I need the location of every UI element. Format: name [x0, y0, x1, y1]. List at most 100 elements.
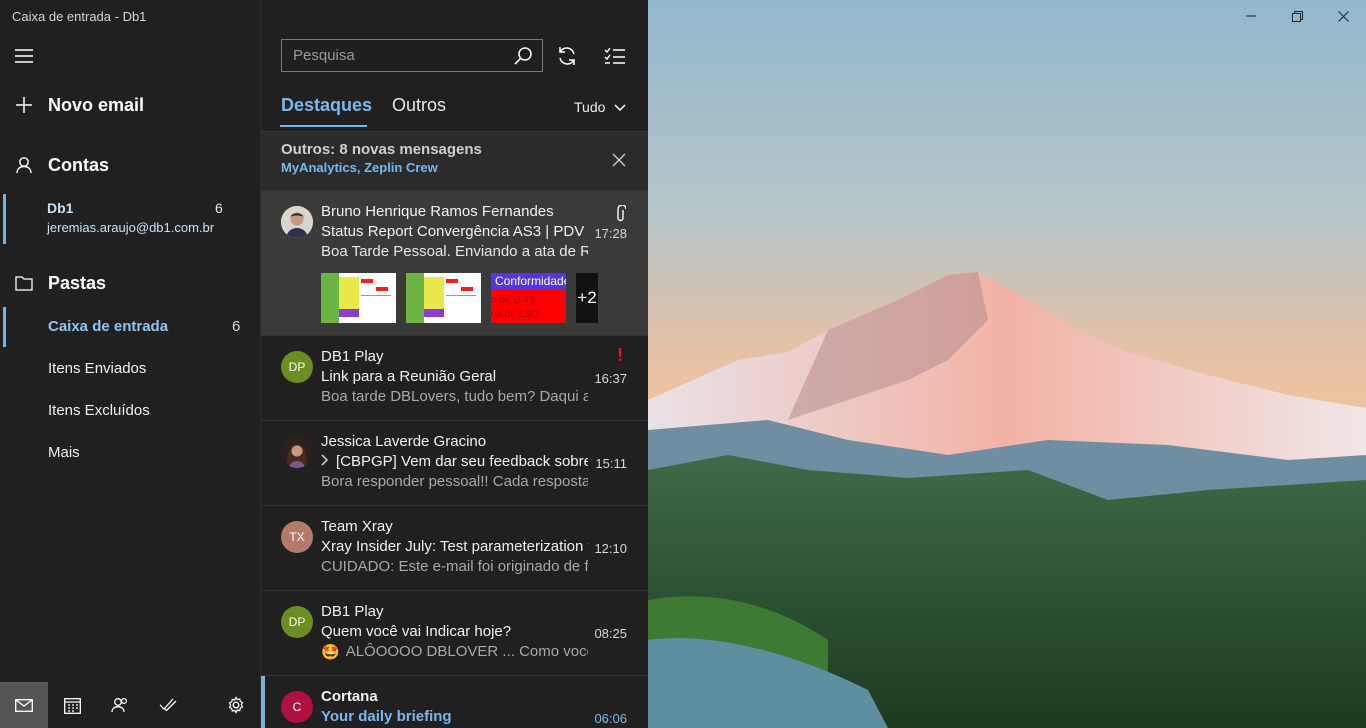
account-email: jeremias.araujo@db1.com.br [47, 220, 215, 235]
message-subject: [CBPGP] Vem dar seu feedback sobre o eve… [336, 453, 588, 470]
folder-item-sent[interactable]: Itens Enviados [0, 349, 260, 389]
folder-label: Itens Excluídos [48, 402, 150, 419]
chevron-down-icon [614, 99, 626, 115]
message-subject: Xray Insider July: Test parameterization… [321, 538, 588, 555]
sync-icon[interactable] [554, 43, 580, 69]
message-sender: Cortana [321, 688, 378, 705]
message-time: 17:28 [594, 226, 627, 241]
message-item[interactable]: Bruno Henrique Ramos Fernandes Status Re… [261, 190, 648, 335]
filter-label: Tudo [574, 99, 606, 115]
message-time: 06:06 [594, 711, 627, 726]
calendar-icon[interactable] [48, 682, 96, 728]
selection-indicator [3, 194, 6, 244]
notice-title: Outros: 8 novas mensagens [281, 141, 482, 158]
message-item[interactable]: DP DB1 Play Quem você vai Indicar hoje? … [261, 590, 648, 675]
message-list-pane: Destaques Outros Tudo Outros: 8 novas me… [261, 0, 648, 728]
new-email-label: Novo email [48, 94, 145, 115]
avatar: DP [281, 351, 313, 383]
message-item[interactable]: TX Team Xray Xray Insider July: Test par… [261, 505, 648, 590]
navigation-pane: Caixa de entrada - Db1 Novo email Contas… [0, 0, 261, 728]
people-icon[interactable] [96, 682, 144, 728]
message-sender: DB1 Play [321, 603, 384, 620]
message-preview: CUIDADO: Este e-mail foi originado de fo… [321, 558, 588, 575]
message-subject: Your daily briefing [321, 708, 452, 725]
message-subject-row: [CBPGP] Vem dar seu feedback sobre o eve… [321, 453, 588, 470]
selection-indicator [3, 307, 6, 347]
avatar: TX [281, 521, 313, 553]
message-item[interactable]: DP DB1 Play Link para a Reunião Geral Bo… [261, 335, 648, 420]
search-icon[interactable] [513, 46, 533, 71]
message-subject: Status Report Convergência AS3 | PDV - S… [321, 223, 588, 240]
accounts-button[interactable]: Contas [0, 152, 260, 178]
message-preview-row: 🤩 ALÔOOOO DBLOVER ... Como você está? [321, 643, 588, 661]
avatar [281, 206, 313, 238]
thumbnail-title: Conformidade [495, 274, 566, 288]
message-item[interactable]: C Cortana Your daily briefing 06:06 [261, 675, 648, 728]
account-name: Db1 [47, 200, 74, 216]
message-sender: Team Xray [321, 518, 393, 535]
message-time: 08:25 [594, 626, 627, 641]
folder-item-deleted[interactable]: Itens Excluídos [0, 391, 260, 431]
message-preview: Boa Tarde Pessoal. Enviando a ata de Reu… [321, 243, 588, 260]
settings-gear-icon[interactable] [212, 682, 260, 728]
mail-icon[interactable] [0, 682, 48, 728]
message-subject: Link para a Reunião Geral [321, 368, 497, 385]
message-subject: Quem você vai Indicar hoje? [321, 623, 512, 640]
search-input[interactable] [282, 40, 507, 71]
message-time: 12:10 [594, 541, 627, 556]
todo-check-icon[interactable] [144, 682, 192, 728]
search-box[interactable] [281, 39, 543, 72]
bottom-nav [0, 682, 260, 728]
message-preview: Boa tarde DBLovers, tudo bem? Daqui a po… [321, 388, 588, 405]
window-title: Caixa de entrada - Db1 [12, 9, 147, 24]
folder-unread-count: 6 [232, 318, 241, 335]
avatar: DP [281, 606, 313, 638]
tab-underline [280, 125, 367, 127]
thumbnail-line: na de LSO [491, 309, 539, 320]
chevron-right-icon [321, 453, 329, 470]
plus-icon [0, 96, 48, 114]
folders-label: Pastas [48, 272, 107, 293]
attachment-thumbnail[interactable] [321, 273, 396, 323]
other-inbox-notice[interactable]: Outros: 8 novas mensagens MyAnalytics, Z… [261, 131, 648, 190]
message-sender: DB1 Play [321, 348, 384, 365]
folder-label: Itens Enviados [48, 360, 147, 377]
restore-icon[interactable] [1287, 6, 1307, 26]
avatar: C [281, 691, 313, 723]
notice-senders: MyAnalytics, Zeplin Crew [281, 160, 438, 175]
star-struck-emoji-icon: 🤩 [321, 644, 340, 661]
message-sender: Jessica Laverde Gracino [321, 433, 487, 450]
message-item[interactable]: Jessica Laverde Gracino [CBPGP] Vem dar … [261, 420, 648, 505]
close-icon[interactable] [612, 153, 626, 172]
tab-focused[interactable]: Destaques [281, 95, 372, 116]
folder-icon [0, 275, 48, 291]
folder-label: Mais [48, 444, 80, 461]
account-unread-count: 6 [215, 200, 223, 216]
person-icon [0, 156, 48, 174]
message-time: 16:37 [594, 371, 627, 386]
attachment-thumbnails: Conformidade o de G.T5 na de LSO +2 [321, 273, 598, 323]
attachment-thumbnail[interactable]: Conformidade o de G.T5 na de LSO [491, 273, 566, 323]
accounts-label: Contas [48, 154, 110, 175]
more-attachments-button[interactable]: +2 [576, 273, 598, 323]
close-window-icon[interactable] [1333, 6, 1353, 26]
unread-indicator [261, 676, 265, 728]
folder-label: Caixa de entrada [48, 318, 169, 335]
folders-button[interactable]: Pastas [0, 270, 260, 296]
hamburger-menu-icon[interactable] [12, 44, 36, 68]
attachment-thumbnail[interactable] [406, 273, 481, 323]
filter-dropdown[interactable]: Tudo [574, 99, 626, 115]
account-item-db1[interactable]: Db1 6 jeremias.araujo@db1.com.br [0, 194, 260, 244]
selection-mode-icon[interactable] [602, 43, 628, 69]
message-sender: Bruno Henrique Ramos Fernandes [321, 203, 554, 220]
thumbnail-line: o de G.T5 [491, 295, 536, 306]
minimize-icon[interactable] [1241, 6, 1261, 26]
high-importance-icon: ! [617, 345, 623, 365]
reading-pane-background [648, 0, 1366, 728]
avatar [281, 436, 313, 468]
new-email-button[interactable]: Novo email [0, 92, 260, 118]
folder-item-inbox[interactable]: Caixa de entrada 6 [0, 307, 260, 347]
message-preview: Bora responder pessoal!! Cada resposta c… [321, 473, 588, 490]
tab-other[interactable]: Outros [392, 95, 446, 116]
folder-item-more[interactable]: Mais [0, 433, 260, 473]
